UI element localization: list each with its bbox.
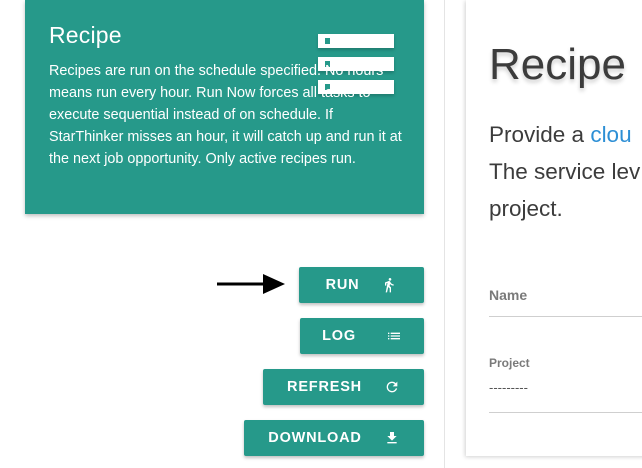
log-button-label: LOG [322,328,356,344]
download-button[interactable]: DOWNLOAD [244,420,424,456]
recipe-form-card: Recipe Provide a clou The service lev pr… [466,0,642,456]
info-card-text: Recipes are run on the schedule specifie… [49,63,402,167]
refresh-icon [384,379,400,395]
info-card-title: Recipe [49,22,122,48]
desc-link[interactable]: clou [590,122,631,147]
refresh-button-label: REFRESH [287,379,362,395]
list-icon-row [318,34,394,48]
page-title: Recipe [489,40,626,89]
desc-line-2: The service lev [489,159,641,184]
run-icon [381,277,397,293]
run-button-label: RUN [325,277,360,293]
left-panel: Recipe Recipes are run on the schedule s… [0,0,446,468]
name-field-label: Name [489,287,528,303]
download-button-label: DOWNLOAD [268,430,362,446]
recipe-info-card: Recipe Recipes are run on the schedule s… [25,0,424,214]
desc-prefix: Provide a [489,122,591,147]
refresh-button[interactable]: REFRESH [263,369,424,405]
panel-divider [444,0,445,468]
desc-line-3: project. [489,196,563,221]
arrow-right-icon [217,274,285,294]
list-lines-icon [386,328,402,344]
project-field-label: Project [489,356,530,370]
download-icon [384,430,400,446]
run-button[interactable]: RUN [299,267,424,303]
log-button[interactable]: LOG [300,318,424,354]
project-select-underline [489,412,642,413]
project-select[interactable]: --------- [489,380,528,395]
name-field[interactable] [489,316,642,317]
page-description: Provide a clou The service lev project. [489,116,642,227]
